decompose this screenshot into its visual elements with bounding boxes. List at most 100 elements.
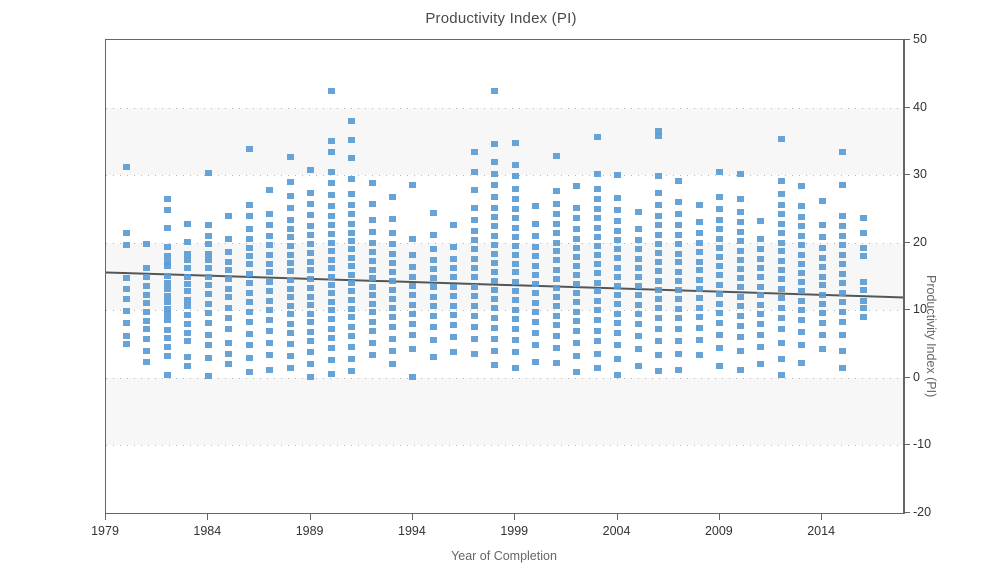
data-point [552,293,560,300]
data-point [245,355,253,362]
data-point [654,268,662,275]
data-point [327,357,335,364]
data-point [798,232,806,239]
data-point [122,320,130,327]
data-point [429,353,437,360]
data-point [552,322,560,329]
data-point [818,264,826,271]
data-point [470,312,478,319]
data-point [777,304,785,311]
data-point [532,290,540,297]
data-point [286,178,294,185]
data-point [368,274,376,281]
data-point [757,255,765,262]
data-point [695,285,703,292]
data-point [736,228,744,235]
data-point [695,304,703,311]
data-point [307,301,315,308]
data-point [327,138,335,145]
data-point [552,332,560,339]
data-point [327,316,335,323]
data-point [511,224,519,231]
data-point [327,325,335,332]
data-point [552,239,560,246]
data-point [716,216,724,223]
data-point [511,260,519,267]
data-point [675,351,683,358]
data-point [368,309,376,316]
data-point [614,195,622,202]
data-point [388,361,396,368]
data-point [634,264,642,271]
gridline-horizontal [106,175,904,176]
data-point [286,243,294,250]
data-point [225,326,233,333]
data-point [511,326,519,333]
data-point [654,277,662,284]
data-point [736,312,744,319]
data-point [307,222,315,229]
data-point [225,361,233,368]
data-point [511,269,519,276]
data-point [716,281,724,288]
data-point [511,173,519,180]
data-point [225,249,233,256]
data-point [409,236,417,243]
data-point [675,337,683,344]
data-point [307,166,315,173]
data-point [614,301,622,308]
data-point [777,257,785,264]
data-point [614,341,622,348]
data-point [654,368,662,375]
data-point [716,205,724,212]
data-point [798,182,806,189]
data-point [614,320,622,327]
data-point [409,273,417,280]
data-point [839,232,847,239]
data-point [388,277,396,284]
data-point [573,253,581,260]
data-point [204,291,212,298]
data-point [675,366,683,373]
data-point [695,249,703,256]
data-point [511,306,519,313]
data-point [634,226,642,233]
data-point [122,295,130,302]
x-axis-tick [821,513,822,520]
data-point [327,334,335,341]
data-point [286,204,294,211]
data-point [388,335,396,342]
data-point [348,175,356,182]
data-point [634,246,642,253]
data-point [532,272,540,279]
data-point [675,222,683,229]
data-point [348,355,356,362]
data-point [470,335,478,342]
data-point [184,303,192,310]
data-point [307,241,315,248]
data-point [654,173,662,180]
data-point [470,237,478,243]
data-point [757,246,765,253]
data-point [163,195,171,202]
data-point [532,358,540,365]
data-point [695,276,703,283]
data-point [307,319,315,326]
data-point [450,322,458,329]
data-point [368,257,376,264]
data-point [573,339,581,346]
data-point [307,349,315,356]
data-point [859,297,867,304]
data-point [143,299,151,306]
data-point [818,300,826,307]
data-point [409,320,417,327]
data-point [839,319,847,326]
data-point [245,368,253,375]
data-point [798,278,806,285]
data-point [818,197,826,204]
data-point [348,297,356,304]
data-point [839,280,847,287]
data-point [327,149,335,156]
data-point [634,282,642,289]
x-axis-line [105,513,904,514]
